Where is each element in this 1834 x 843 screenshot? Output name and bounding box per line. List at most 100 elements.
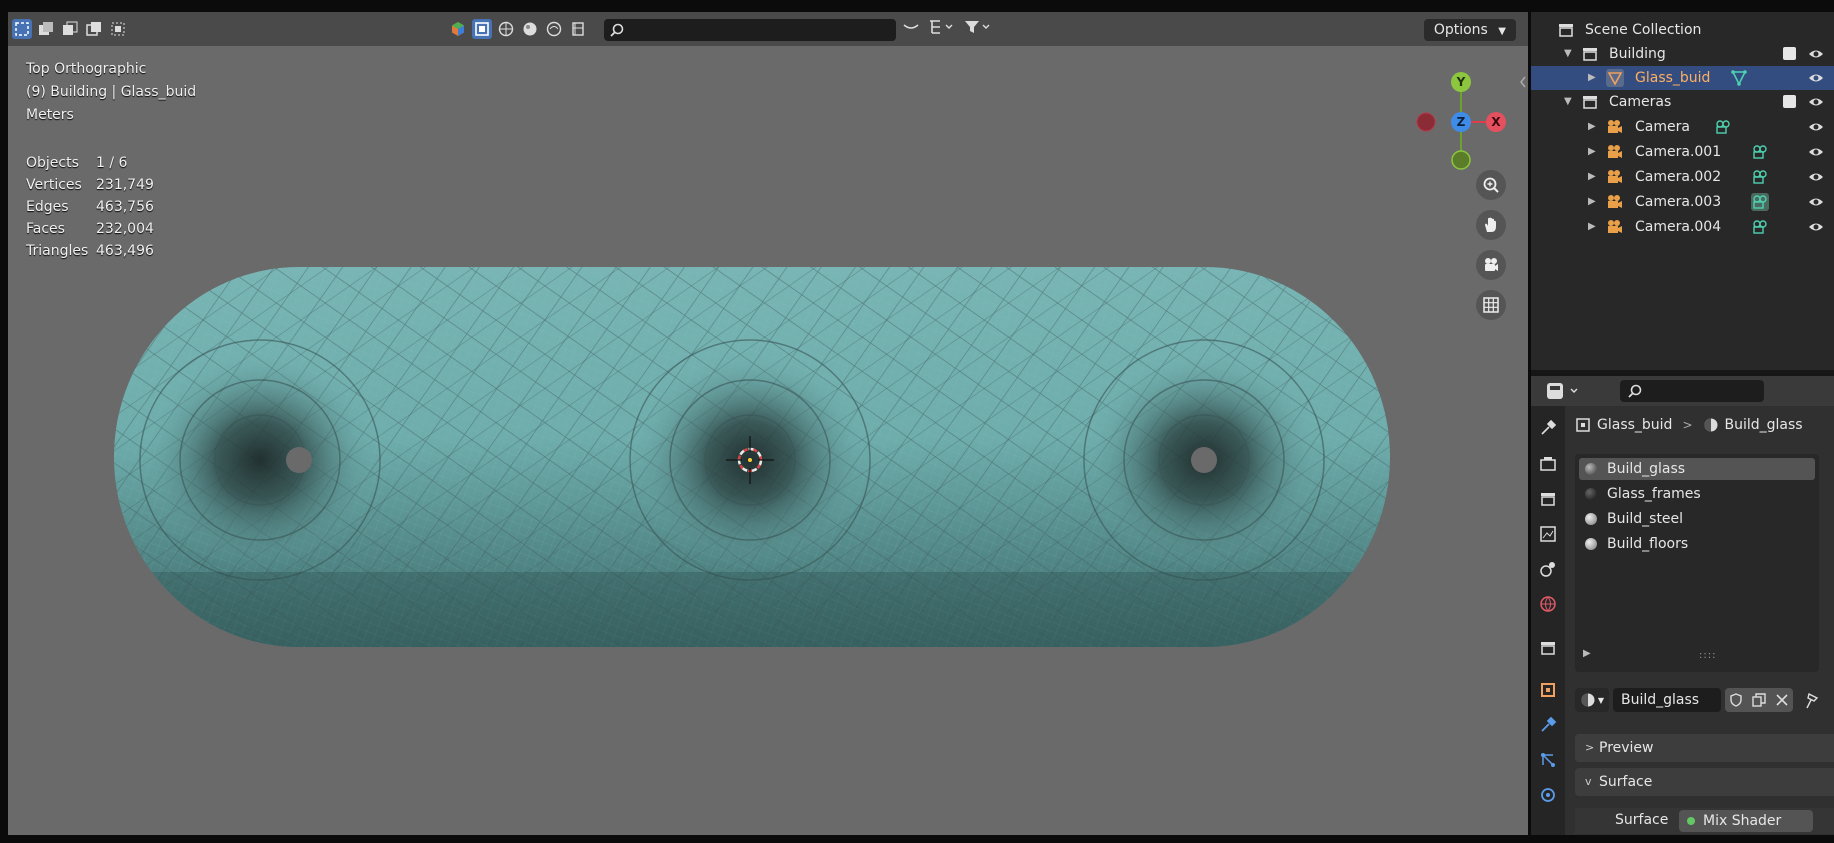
scene-canvas[interactable]	[8, 12, 1528, 835]
material-selector-row: ▼ Build_glass	[1575, 688, 1834, 712]
camera-object-icon	[1608, 195, 1622, 208]
collection-tab-icon[interactable]	[1538, 638, 1558, 658]
expand-down-icon[interactable]: ▼	[1564, 42, 1572, 66]
solid-shading-icon[interactable]	[520, 19, 540, 39]
outliner-item-camera-002[interactable]: ▶ Camera.002	[1531, 165, 1834, 189]
3d-viewport[interactable]: Options ▼ Top Orthographic (9) Building …	[8, 12, 1528, 835]
visibility-eye-icon[interactable]	[1808, 94, 1824, 110]
expand-right-icon[interactable]: ▶	[1588, 215, 1596, 239]
expand-right-icon[interactable]: ▶	[1588, 165, 1596, 189]
mesh-data-icon[interactable]	[1730, 69, 1748, 87]
camera-data-icon[interactable]	[1751, 143, 1769, 161]
breadcrumb-material[interactable]: Build_glass	[1725, 417, 1803, 433]
surface-panel-header[interactable]: v Surface	[1575, 768, 1834, 796]
camera-view-icon[interactable]	[1476, 250, 1506, 280]
outliner-item-camera-004[interactable]: ▶ Camera.004	[1531, 215, 1834, 239]
camera-data-active-icon[interactable]	[1751, 193, 1769, 211]
visibility-eye-icon[interactable]	[1808, 169, 1824, 185]
view-name: Top Orthographic	[26, 61, 147, 77]
camera-data-icon[interactable]	[1751, 168, 1769, 186]
outliner-item-building[interactable]: ▼ Building	[1531, 42, 1834, 66]
glass-building-mesh[interactable]	[8, 212, 1528, 712]
options-dropdown[interactable]: Options ▼	[1423, 19, 1516, 41]
viewport-header: Options ▼	[8, 12, 1528, 46]
outliner-item-cameras[interactable]: ▼ Cameras	[1531, 90, 1834, 114]
expand-right-icon[interactable]: ▶	[1588, 115, 1596, 139]
scene-tab-icon[interactable]	[1538, 559, 1558, 579]
pin-icon[interactable]	[1799, 688, 1823, 712]
outliner-item-camera-001[interactable]: ▶ Camera.001	[1531, 140, 1834, 164]
output-tab-icon[interactable]	[1538, 489, 1558, 509]
outliner-scene-collection[interactable]: Scene Collection	[1531, 18, 1834, 42]
object-icon	[1576, 418, 1590, 432]
object-types-icon[interactable]	[448, 19, 468, 39]
wireframe-shading-icon[interactable]	[496, 19, 516, 39]
material-slot-list[interactable]: Build_glass Glass_frames Build_steel Bui…	[1575, 454, 1819, 672]
outliner[interactable]: Scene Collection ▼ Building ▶ Glass_buid…	[1531, 12, 1834, 370]
material-name-field[interactable]: Build_glass	[1613, 688, 1721, 712]
expand-right-icon[interactable]: ▶	[1583, 648, 1591, 659]
modifier-tab-icon[interactable]	[1538, 715, 1558, 735]
material-slot[interactable]: Build_steel	[1579, 508, 1815, 530]
browse-material-button[interactable]: ▼	[1575, 688, 1609, 712]
outliner-item-camera-003[interactable]: ▶ Camera.003	[1531, 190, 1834, 214]
world-tab-icon[interactable]	[1538, 594, 1558, 614]
expand-right-icon[interactable]: ▶	[1588, 190, 1596, 214]
properties-editor[interactable]: Glass_buid > Build_glass Build_glass Gla…	[1531, 376, 1834, 835]
select-subtract-icon[interactable]	[60, 19, 80, 39]
viewport-search-field[interactable]	[604, 19, 896, 41]
camera-data-icon[interactable]	[1751, 218, 1769, 236]
visibility-eye-icon[interactable]	[1808, 219, 1824, 235]
duplicate-icon[interactable]	[1752, 693, 1766, 707]
close-icon[interactable]	[1775, 693, 1789, 707]
select-invert-icon[interactable]	[84, 19, 104, 39]
expand-right-icon[interactable]: ▶	[1588, 140, 1596, 164]
preview-panel-header[interactable]: > Preview	[1575, 734, 1834, 762]
expand-down-icon[interactable]: ▼	[1564, 90, 1572, 114]
xray-toggle-icon[interactable]	[472, 19, 492, 39]
scene-statistics: Objects 1 / 6 Vertices 231,749 Edges 463,75…	[26, 152, 154, 262]
particles-tab-icon[interactable]	[1538, 750, 1558, 770]
physics-tab-icon[interactable]	[1538, 785, 1558, 805]
visibility-eye-icon[interactable]	[1808, 194, 1824, 210]
outliner-item-glass-buid[interactable]: ▶ Glass_buid	[1531, 66, 1834, 90]
exclude-checkbox[interactable]	[1783, 95, 1796, 108]
outliner-item-camera[interactable]: ▶ Camera	[1531, 115, 1834, 139]
rendered-shading-icon[interactable]	[568, 19, 588, 39]
material-slot[interactable]: Build_floors	[1579, 533, 1815, 555]
select-intersect-icon[interactable]	[108, 19, 128, 39]
visibility-eye-icon[interactable]	[1808, 70, 1824, 86]
camera-data-icon[interactable]	[1714, 118, 1732, 136]
material-icon	[1704, 418, 1718, 432]
select-extend-icon[interactable]	[36, 19, 56, 39]
expand-right-icon[interactable]: ▶	[1588, 66, 1596, 90]
material-preview-icon[interactable]	[544, 19, 564, 39]
filter-icon[interactable]	[964, 19, 992, 35]
select-new-icon[interactable]	[12, 19, 32, 39]
visibility-eye-icon[interactable]	[1808, 144, 1824, 160]
neg-y-axis-icon[interactable]	[1451, 150, 1471, 170]
breadcrumb-object[interactable]: Glass_buid	[1597, 417, 1672, 433]
sidebar-toggle-icon[interactable]	[1518, 74, 1528, 90]
navigation-gizmo[interactable]: Y X Z	[1406, 64, 1516, 174]
neg-x-axis-icon[interactable]	[1416, 112, 1436, 132]
surface-shader-field[interactable]: Mix Shader	[1679, 810, 1813, 832]
zoom-icon[interactable]	[1476, 170, 1506, 200]
fake-user-shield-icon[interactable]	[1729, 693, 1743, 707]
properties-search-field[interactable]	[1620, 380, 1764, 402]
ortho-grid-icon[interactable]	[1476, 290, 1506, 320]
resize-handle-icon[interactable]: ::::	[1699, 650, 1716, 661]
material-slot[interactable]: Glass_frames	[1579, 483, 1815, 505]
render-tab-icon[interactable]	[1538, 454, 1558, 474]
pan-hand-icon[interactable]	[1476, 210, 1506, 240]
visibility-eye-icon[interactable]	[1808, 119, 1824, 135]
tool-tab-icon[interactable]	[1538, 418, 1558, 438]
display-mode-icon[interactable]	[902, 19, 920, 35]
exclude-checkbox[interactable]	[1783, 47, 1796, 60]
view-layer-tab-icon[interactable]	[1538, 524, 1558, 544]
object-tab-icon[interactable]	[1538, 680, 1558, 700]
visibility-eye-icon[interactable]	[1808, 46, 1824, 62]
sort-hierarchy-icon[interactable]	[928, 19, 956, 35]
editor-type-icon[interactable]	[1545, 381, 1585, 401]
material-slot[interactable]: Build_glass	[1579, 458, 1815, 480]
